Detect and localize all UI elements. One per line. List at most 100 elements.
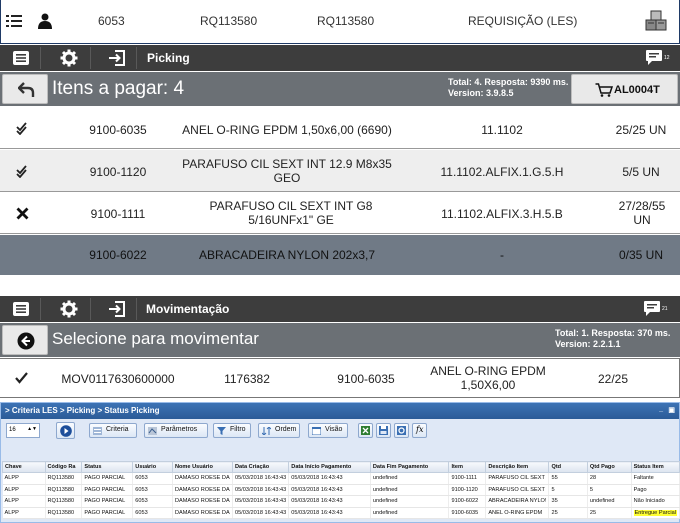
column-header[interactable]: Código Ra	[44, 461, 83, 473]
item-description: PARAFUSO CIL SEXT INT 12.9 M8x35 GEO	[182, 157, 392, 185]
highlighted-status: Entregue Parcial	[633, 509, 677, 516]
items-to-pay-title: Itens a pagar: 4	[52, 78, 185, 99]
table-cell: PAGO PARCIAL	[81, 495, 134, 508]
table-cell: ABRACADEIRA NYLO!	[485, 495, 550, 508]
column-header[interactable]: Usuário	[132, 461, 173, 473]
picking-row[interactable]: 9100-1111 PARAFUSO CIL SEXT INT G8 5/16U…	[0, 193, 680, 234]
movimentacao-row[interactable]: MOV0117630600000 1176382 9100-6035 ANEL …	[0, 358, 680, 398]
save-icon[interactable]	[376, 423, 391, 438]
table-cell: undefined	[370, 484, 450, 496]
picking-row[interactable]: 9100-1120 PARAFUSO CIL SEXT INT 12.9 M8x…	[0, 150, 680, 192]
filter-button[interactable]: Filtro	[213, 423, 251, 438]
table-cell: undefined	[370, 507, 450, 519]
table-cell: 28	[587, 472, 632, 485]
item-code: 9100-6035	[89, 123, 147, 137]
minimize-icon[interactable]: _	[659, 406, 663, 413]
double-check-icon	[16, 165, 30, 178]
x-icon	[16, 207, 29, 220]
chat-icon[interactable]	[645, 49, 663, 66]
boxes-icon[interactable]	[644, 9, 668, 33]
table-cell: 05/03/2018 16:43:43	[232, 495, 290, 508]
picking-row-selected[interactable]: 9100-6022 ABRACADEIRA NYLON 202x3,7 - 0/…	[0, 235, 680, 275]
order-button[interactable]: Ordem	[258, 423, 300, 438]
request-type: REQUISIÇÃO (LES)	[468, 14, 578, 28]
parameters-button[interactable]: Parâmetros	[144, 423, 208, 438]
item-description: PARAFUSO CIL SEXT INT G8 5/16UNFx1" GE	[209, 199, 373, 227]
view-button[interactable]: Visão	[308, 423, 348, 438]
table-cell: DAMASO ROESE DA	[172, 507, 233, 519]
table-cell: ALPP	[2, 484, 46, 496]
table-row[interactable]: ALPP RQ113580 PAGO PARCIAL 6053 DAMASO ROESE…	[2, 507, 680, 519]
gear-icon[interactable]	[60, 49, 78, 67]
table-cell: 05/03/2018 16:43:43	[232, 472, 290, 485]
table-cell: Faltante	[631, 472, 680, 485]
table-cell: 05/03/2018 16:43:43	[288, 484, 371, 496]
table-cell: 05/03/2018 16:43:43	[288, 472, 371, 485]
back-button[interactable]	[2, 74, 48, 104]
table-row[interactable]: ALPP RQ113580 PAGO PARCIAL 6053 DAMASO ROESE…	[2, 484, 680, 496]
table-cell: 25	[587, 507, 632, 519]
picking-toolbar: Picking 12	[0, 45, 680, 71]
column-header[interactable]: Descrição Item	[485, 461, 550, 473]
column-header[interactable]: Data Início Pagamento	[288, 461, 371, 473]
table-cell: Não Iniciado	[631, 495, 680, 508]
column-header[interactable]: Item	[448, 461, 487, 473]
column-header[interactable]: Qtd Pago	[586, 461, 632, 473]
chat-icon[interactable]	[643, 300, 661, 317]
column-header[interactable]: Status Item	[630, 461, 680, 473]
picking-badge: 12	[664, 55, 670, 61]
column-header[interactable]: Status	[81, 461, 134, 473]
picking-row[interactable]: 9100-6035 ANEL O-RING EPDM 1,50x6,00 (66…	[0, 107, 680, 149]
table-cell: 25	[548, 507, 588, 519]
picking-title: Picking	[147, 51, 190, 65]
picking-stats-total: Total: 4. Resposta: 9390 ms.	[448, 77, 569, 87]
export-excel-icon[interactable]	[358, 423, 373, 438]
list-icon[interactable]	[6, 14, 22, 28]
gear-icon[interactable]	[60, 300, 78, 318]
item-quantity: 25/25 UN	[615, 123, 667, 137]
picking-header: Itens a pagar: 4 Total: 4. Resposta: 939…	[0, 72, 680, 106]
table-cell: Pago	[631, 484, 680, 496]
user-icon	[38, 13, 52, 29]
criteria-toolbar: 16 ▲▼ Criteria Parâmetros Filtro Ordem V…	[3, 421, 677, 441]
column-header[interactable]: Data Criação	[231, 461, 290, 473]
picking-stats-version: Version: 3.9.8.5	[448, 88, 514, 98]
column-header[interactable]: Chave	[2, 461, 46, 473]
select-to-move-title: Selecione para movimentar	[52, 329, 259, 348]
item-location: 11.1102	[481, 123, 523, 137]
table-cell: 6053	[132, 472, 173, 485]
table-cell: DAMASO ROESE DA	[172, 472, 233, 485]
cart-button[interactable]: AL0004T	[571, 74, 678, 104]
table-cell: PAGO PARCIAL	[81, 484, 134, 496]
item-description: ABRACADEIRA NYLON 202x3,7	[198, 248, 376, 262]
function-icon[interactable]: fx	[412, 423, 427, 438]
table-cell: 6053	[132, 507, 173, 519]
menu-icon[interactable]	[12, 300, 30, 318]
menu-icon[interactable]	[12, 49, 30, 67]
table-cell: undefined	[370, 495, 450, 508]
criteria-button[interactable]: Criteria	[89, 423, 137, 438]
table-cell: Entregue Parcial	[631, 507, 680, 519]
item-quantity: 0/35 UN	[618, 248, 664, 262]
table-cell: undefined	[370, 472, 450, 485]
maximize-icon[interactable]: ▣	[668, 406, 675, 414]
item-location: 11.1102.ALFIX.3.H.5.B	[441, 207, 563, 221]
back-button[interactable]	[2, 325, 48, 355]
table-cell: ANEL O-RING EPDM	[485, 507, 550, 519]
column-header[interactable]: Qtd	[548, 461, 588, 473]
table-cell: RQ113580	[45, 495, 83, 508]
column-header[interactable]: Data Fim Pagamento	[369, 461, 450, 473]
logout-icon[interactable]	[108, 300, 126, 318]
refresh-icon[interactable]	[394, 423, 409, 438]
page-size-select[interactable]: 16 ▲▼	[6, 423, 40, 438]
table-header-row: Chave Código Ra Status Usuário Nome Usuá…	[2, 461, 680, 473]
table-cell: ALPP	[2, 472, 46, 485]
table-row[interactable]: ALPP RQ113580 PAGO PARCIAL 6053 DAMASO ROESE…	[2, 472, 680, 485]
movimentacao-header: Selecione para movimentar Total: 1. Resp…	[0, 323, 680, 357]
request-bar: 6053 RQ113580 RQ113580 REQUISIÇÃO (LES)	[0, 0, 680, 44]
logout-icon[interactable]	[108, 49, 126, 67]
column-header[interactable]: Nome Usuário	[171, 461, 233, 473]
run-button[interactable]	[56, 422, 75, 439]
table-cell: DAMASO ROESE DA	[172, 495, 233, 508]
table-row[interactable]: ALPP RQ113580 PAGO PARCIAL 6053 DAMASO ROESE…	[2, 495, 680, 508]
